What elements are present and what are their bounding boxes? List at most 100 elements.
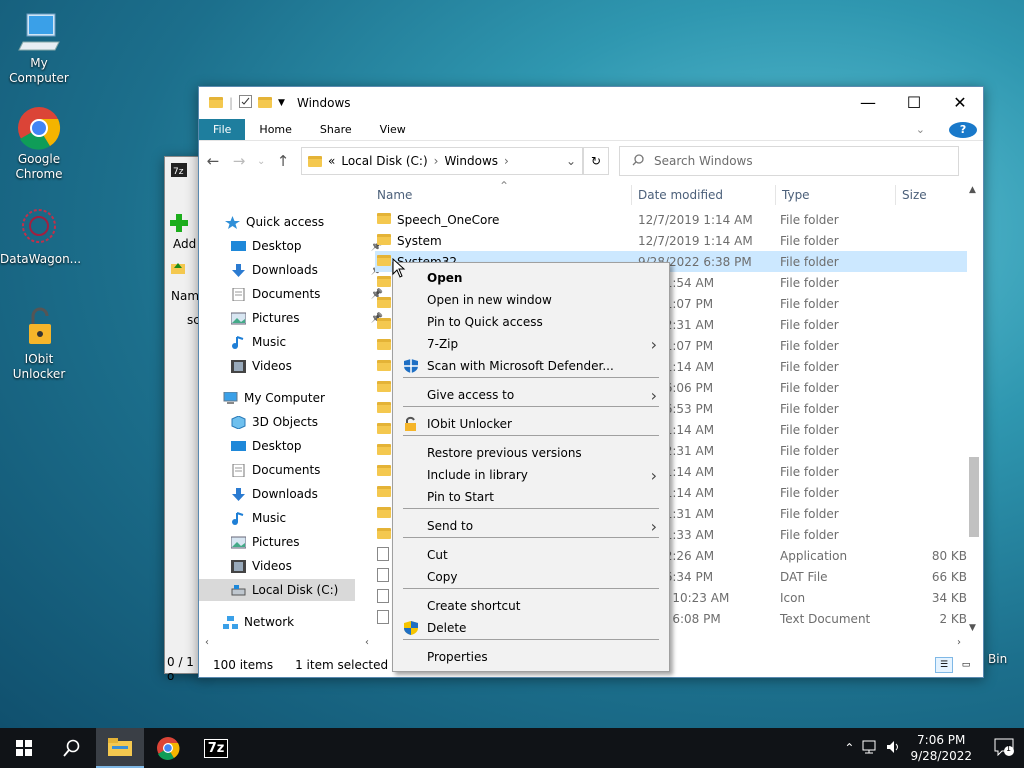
scroll-up-icon[interactable]: ▲ <box>969 185 976 195</box>
nav-item[interactable]: Downloads <box>231 483 387 505</box>
nav-item[interactable]: Videos <box>231 355 387 377</box>
title-bar[interactable]: | ▼ Windows — ☐ ✕ <box>199 87 983 119</box>
menu-item[interactable]: Include in library › <box>393 464 669 486</box>
nav-item[interactable]: Music <box>231 331 387 353</box>
menu-item[interactable]: Open <box>393 267 669 289</box>
nav-item[interactable]: Pictures <box>230 531 387 553</box>
details-view-icon[interactable]: ☰ <box>935 657 953 673</box>
navigation-pane: Quick accessDesktop📌Downloads📌Documents📌… <box>199 181 383 661</box>
refresh-button[interactable]: ↻ <box>583 147 609 175</box>
menu-item[interactable]: Create shortcut <box>393 595 669 617</box>
start-button[interactable] <box>0 728 48 768</box>
recycle-bin-label[interactable]: Bin <box>988 652 1007 666</box>
help-icon[interactable]: ? <box>949 121 977 138</box>
tab-home[interactable]: Home <box>245 119 305 140</box>
nav-item-label: Documents <box>252 287 321 301</box>
menu-item[interactable]: Copy <box>393 566 669 588</box>
desktop-icon-iobit-unlocker[interactable]: IObit Unlocker <box>0 306 78 382</box>
large-icons-view-icon[interactable]: ▭ <box>957 657 975 673</box>
close-button[interactable]: ✕ <box>937 88 983 118</box>
search-button[interactable] <box>48 728 96 768</box>
column-header-date[interactable]: Date modified <box>638 188 723 202</box>
menu-item[interactable]: Restore previous versions <box>393 442 669 464</box>
column-header-name[interactable]: Name <box>377 188 412 202</box>
taskbar-file-explorer[interactable] <box>96 728 144 768</box>
address-dropdown-icon[interactable]: ⌄ <box>566 154 576 168</box>
nav-item[interactable]: 3D Objects <box>231 411 387 433</box>
nav-item[interactable]: Pictures📌 <box>230 307 387 329</box>
vertical-scrollbar[interactable]: ▲ ▼ <box>967 185 981 637</box>
desktop-icon-google-chrome[interactable]: Google Chrome <box>0 106 78 182</box>
breadcrumb-drive[interactable]: Local Disk (C:) <box>341 154 427 168</box>
nav-item[interactable]: Documents 📌 <box>231 283 387 305</box>
tab-file[interactable]: File <box>199 119 246 140</box>
folder-icon <box>377 380 391 395</box>
nav-item[interactable]: Documents <box>231 459 387 481</box>
breadcrumb-folder[interactable]: Windows <box>444 154 498 168</box>
nav-item[interactable]: Desktop <box>231 435 387 457</box>
scroll-left-icon[interactable]: ‹ <box>365 637 369 648</box>
menu-item[interactable]: Delete <box>393 617 669 639</box>
recent-locations-icon[interactable]: ⌄ <box>257 156 265 167</box>
nav-scroll-left-icon[interactable]: ‹ <box>205 637 209 648</box>
menu-item[interactable]: 7-Zip › <box>393 333 669 355</box>
menu-item[interactable]: Properties <box>393 646 669 668</box>
nav-item[interactable]: Music <box>231 507 387 529</box>
add-icon[interactable] <box>169 213 189 236</box>
nav-item[interactable]: Local Disk (C:) <box>199 579 355 601</box>
menu-item[interactable]: Send to › <box>393 515 669 537</box>
scrollbar-thumb[interactable] <box>969 457 979 537</box>
up-arrow-icon[interactable]: ↑ <box>275 152 291 170</box>
desktop-icon-my-computer[interactable]: My Computer <box>0 10 78 86</box>
breadcrumb-separator[interactable]: › <box>434 154 439 168</box>
breadcrumb-separator[interactable]: › <box>504 154 509 168</box>
menu-item-label: Give access to <box>427 388 515 402</box>
nav-item-label: Desktop <box>252 439 302 453</box>
menu-item[interactable]: Pin to Start <box>393 486 669 508</box>
scroll-right-icon[interactable]: › <box>957 637 961 648</box>
back-arrow-icon[interactable]: ← <box>205 152 221 170</box>
volume-icon[interactable] <box>886 740 902 757</box>
expand-ribbon-icon[interactable]: ⌄ <box>902 123 939 136</box>
desktop-icon-datawagon[interactable]: DataWagon... <box>0 206 81 267</box>
menu-item[interactable]: Open in new window <box>393 289 669 311</box>
column-header-size[interactable]: Size <box>902 188 927 202</box>
column-header-type[interactable]: Type <box>782 188 810 202</box>
iobit-unlocker-icon <box>17 306 61 350</box>
menu-item[interactable]: Cut <box>393 544 669 566</box>
nav-item[interactable]: My Computer <box>223 387 379 409</box>
nav-item[interactable]: Downloads📌 <box>231 259 387 281</box>
show-hidden-icons-icon[interactable]: ⌃ <box>844 741 854 755</box>
taskbar-7zip[interactable]: 7z <box>192 728 240 768</box>
nav-item[interactable]: Videos <box>231 555 387 577</box>
menu-item[interactable]: Pin to Quick access <box>393 311 669 333</box>
notifications-button[interactable]: 1 <box>994 738 1014 759</box>
clock[interactable]: 7:06 PM 9/28/2022 <box>910 732 972 764</box>
menu-item[interactable]: Give access to › <box>393 384 669 406</box>
tab-view[interactable]: View <box>366 119 420 140</box>
taskbar-chrome[interactable] <box>144 728 192 768</box>
properties-checkbox-icon[interactable] <box>239 94 253 111</box>
address-bar[interactable]: « Local Disk (C:) › Windows › ⌄ <box>301 147 583 175</box>
new-folder-icon[interactable] <box>258 97 273 108</box>
nav-item[interactable]: Network <box>223 611 379 633</box>
menu-item[interactable]: Scan with Microsoft Defender... <box>393 355 669 377</box>
column-header-name[interactable]: Nam <box>171 289 199 303</box>
search-box[interactable]: Search Windows <box>619 146 959 176</box>
nav-item[interactable]: Quick access <box>225 211 381 233</box>
menu-item[interactable]: IObit Unlocker <box>393 413 669 435</box>
nav-item[interactable]: Desktop 📌 <box>231 235 387 257</box>
chevron-down-icon[interactable]: ▼ <box>278 98 285 108</box>
minimize-button[interactable]: — <box>845 88 891 118</box>
file-row[interactable]: Speech_OneCore 12/7/2019 1:14 AM File fold… <box>375 209 967 230</box>
clock-time: 7:06 PM <box>917 733 966 747</box>
tab-share[interactable]: Share <box>306 119 366 140</box>
submenu-arrow-icon: › <box>650 516 657 536</box>
up-folder-icon[interactable] <box>171 261 185 278</box>
maximize-button[interactable]: ☐ <box>891 88 937 118</box>
forward-arrow-icon[interactable]: → <box>231 152 247 170</box>
menu-item-label: Create shortcut <box>427 599 521 613</box>
scroll-down-icon[interactable]: ▼ <box>969 623 976 633</box>
file-row[interactable]: System 12/7/2019 1:14 AM File folder <box>375 230 967 251</box>
network-icon[interactable] <box>862 740 878 757</box>
